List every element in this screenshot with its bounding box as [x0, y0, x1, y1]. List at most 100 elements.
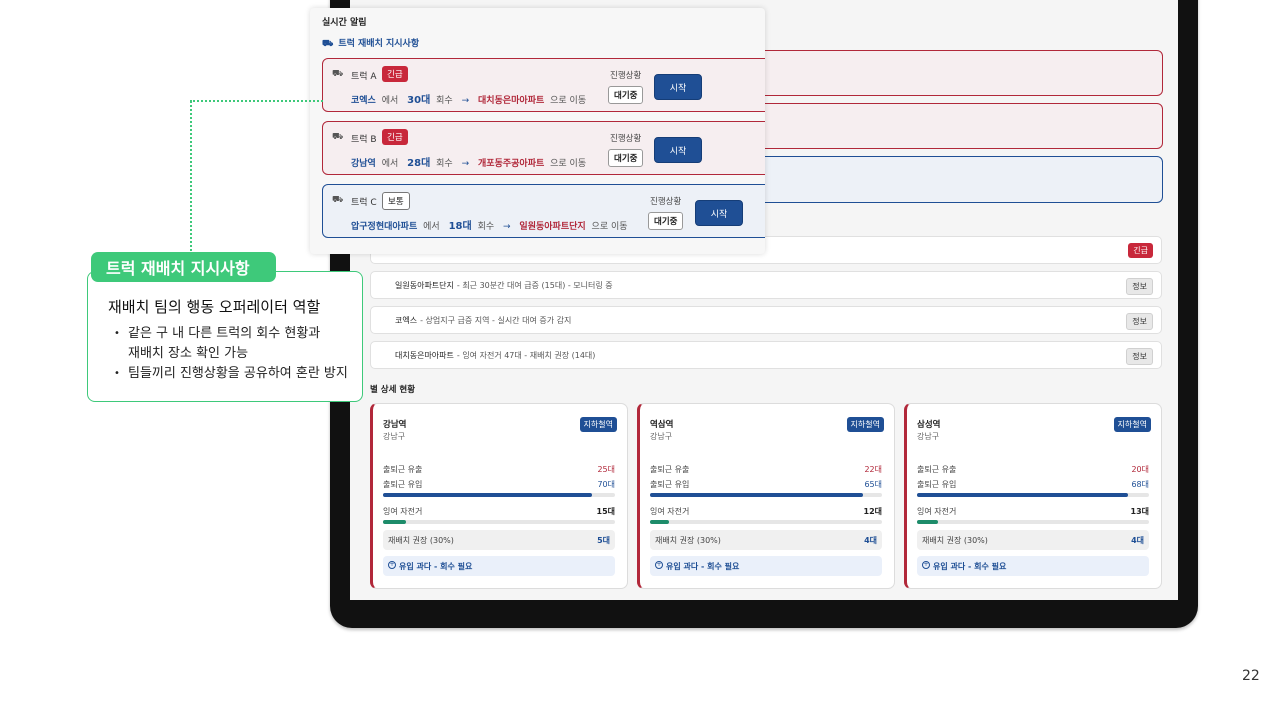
surplus-label: 잉여 자전거 [650, 507, 690, 516]
surplus-label: 잉여 자전거 [383, 507, 423, 516]
callout-box: 재배치 팀의 행동 오퍼레이터 역할 같은 구 내 다른 트럭의 회수 현황과 … [87, 271, 363, 402]
recommend-box: 재배치 권장 (30%) 4대 [650, 530, 882, 550]
station-district: 강남구 [650, 432, 673, 441]
recommend-box: 재배치 권장 (30%) 5대 [383, 530, 615, 550]
notification-row[interactable]: 코엑스 - 상업지구 급증 지역 - 실시간 대여 증가 감지 정보 [370, 306, 1162, 334]
station-card[interactable]: 역삼역 강남구 지하철역 출퇴근 유출 22대 출퇴근 유입 65대 잉여 자전… [637, 403, 895, 589]
to-word: 으로 이동 [550, 159, 587, 169]
popup-subtitle: ⛟ 트럭 재배치 지시사항 [322, 36, 419, 50]
truck-icon: ⛟ [332, 132, 344, 142]
truck-icon: ⛟ [332, 195, 344, 205]
priority-badge: 긴급 [382, 129, 408, 145]
station-card[interactable]: 강남역 강남구 지하철역 출퇴근 유출 25대 출퇴근 유입 70대 잉여 자전… [370, 403, 628, 589]
surplus-value: 12대 [863, 507, 883, 516]
section-title: 별 상세 현황 [370, 385, 416, 395]
outflow-value: 25대 [597, 465, 615, 474]
station-name: 삼성역 [917, 420, 941, 430]
route-from: 코엑스 [351, 96, 376, 106]
info-circle-icon: + [388, 561, 396, 569]
page-number: 22 [1242, 668, 1260, 684]
route-to: 대치동은마아파트 [478, 96, 545, 106]
progress-label: 진행상황 [650, 197, 682, 207]
realtime-alert-popup: 실시간 알림 ⛟ 트럭 재배치 지시사항 ⛟ 트럭 A 긴급 코엑스 에서 30대… [310, 8, 765, 254]
callout-heading: 재배치 팀의 행동 오퍼레이터 역할 [108, 298, 321, 316]
priority-badge: 보통 [382, 192, 410, 210]
notification-place: 대치동은마아파트 [395, 350, 454, 360]
station-name: 강남역 [383, 420, 407, 430]
station-type-badge: 지하철역 [579, 417, 617, 432]
callout-bullet: 팀들끼리 진행상황을 공유하여 혼란 방지 [114, 364, 348, 384]
start-button[interactable]: 시작 [654, 74, 702, 100]
connector-line [190, 100, 323, 102]
warning-box: + 유입 과다 - 회수 필요 [383, 556, 615, 576]
callout-bullets: 같은 구 내 다른 트럭의 회수 현황과 재배치 장소 확인 가능 팀들끼리 진… [114, 324, 348, 384]
station-name: 역삼역 [650, 420, 674, 430]
inflow-bar [650, 493, 882, 497]
popup-title: 실시간 알림 [322, 18, 367, 28]
truck-name: 트럭 A [351, 72, 377, 82]
surplus-bar [917, 520, 1149, 524]
start-button[interactable]: 시작 [654, 137, 702, 163]
station-district: 강남구 [917, 432, 940, 441]
truck-name: 트럭 C [351, 198, 377, 208]
outflow-label: 출퇴근 유출 [650, 465, 690, 474]
notification-row[interactable]: 대치동은마아파트 - 잉여 자전거 47대 - 재배치 권장 (14대) 정보 [370, 341, 1162, 369]
info-circle-icon: + [922, 561, 930, 569]
recommend-value: 4대 [1131, 536, 1144, 545]
station-type-badge: 지하철역 [846, 417, 884, 432]
info-tag: 정보 [1126, 348, 1153, 365]
inflow-bar [917, 493, 1149, 497]
route-count: 18대 [448, 221, 472, 232]
notification-place: 코엑스 [395, 315, 418, 325]
surplus-bar [383, 520, 615, 524]
inflow-value: 68대 [1131, 480, 1149, 489]
truck-icon: ⛟ [332, 69, 344, 79]
truck-card-c[interactable]: ⛟ 트럭 C 보통 압구정현대아파트 에서 18대 회수 → 일원동아파트단지 … [322, 184, 765, 238]
status-badge: 대기중 [608, 86, 644, 104]
route-count: 30대 [407, 95, 431, 106]
recommend-box: 재배치 권장 (30%) 4대 [917, 530, 1149, 550]
truck-icon: ⛟ [322, 39, 334, 49]
recommend-label: 재배치 권장 (30%) [388, 536, 454, 545]
from-word: 에서 [381, 159, 399, 169]
recommend-label: 재배치 권장 (30%) [655, 536, 721, 545]
popup-subtitle-text: 트럭 재배치 지시사항 [338, 39, 420, 49]
from-word: 에서 [423, 222, 440, 232]
progress-label: 진행상황 [610, 71, 642, 81]
from-word: 에서 [381, 96, 399, 106]
progress-label: 진행상황 [610, 134, 642, 144]
info-tag: 정보 [1126, 278, 1153, 295]
station-card[interactable]: 삼성역 강남구 지하철역 출퇴근 유출 20대 출퇴근 유입 68대 잉여 자전… [904, 403, 1162, 589]
surplus-bar [650, 520, 882, 524]
inflow-value: 70대 [597, 480, 615, 489]
inflow-label: 출퇴근 유입 [383, 480, 423, 489]
to-word: 으로 이동 [591, 222, 628, 232]
inflow-label: 출퇴근 유입 [650, 480, 690, 489]
route-count: 28대 [407, 158, 431, 169]
outflow-value: 22대 [864, 465, 882, 474]
route-from: 강남역 [351, 159, 376, 169]
count-word: 회수 [436, 159, 453, 169]
info-tag: 정보 [1126, 313, 1153, 330]
callout-label: 트럭 재배치 지시사항 [91, 252, 276, 282]
recommend-value: 5대 [597, 536, 610, 545]
outflow-label: 출퇴근 유출 [383, 465, 423, 474]
surplus-value: 13대 [1130, 507, 1150, 516]
warning-box: + 유입 과다 - 회수 필요 [917, 556, 1149, 576]
notification-text: - 최근 30분간 대여 급증 (15대) - 모니터링 중 [456, 280, 613, 290]
outflow-label: 출퇴근 유출 [917, 465, 957, 474]
inflow-bar [383, 493, 615, 497]
start-button[interactable]: 시작 [695, 200, 743, 226]
notification-text: - 잉여 자전거 47대 - 재배치 권장 (14대) [456, 350, 596, 360]
callout-bullet-line: 같은 구 내 다른 트럭의 회수 현황과 [128, 326, 321, 341]
connector-line [190, 101, 192, 251]
truck-card-b[interactable]: ⛟ 트럭 B 긴급 강남역 에서 28대 회수 → 개포동주공아파트 으로 이동… [322, 121, 765, 175]
warning-box: + 유입 과다 - 회수 필요 [650, 556, 882, 576]
truck-card-a[interactable]: ⛟ 트럭 A 긴급 코엑스 에서 30대 회수 → 대치동은마아파트 으로 이동… [322, 58, 765, 112]
warning-text: 유입 과다 - 회수 필요 [933, 562, 1007, 571]
route-to: 개포동주공아파트 [478, 159, 545, 169]
inflow-label: 출퇴근 유입 [917, 480, 957, 489]
truck-name: 트럭 B [351, 135, 377, 145]
truck-route: 압구정현대아파트 에서 18대 회수 → 일원동아파트단지 으로 이동 [351, 217, 631, 232]
notification-row[interactable]: 일원동아파트단지 - 최근 30분간 대여 급증 (15대) - 모니터링 중 … [370, 271, 1162, 299]
